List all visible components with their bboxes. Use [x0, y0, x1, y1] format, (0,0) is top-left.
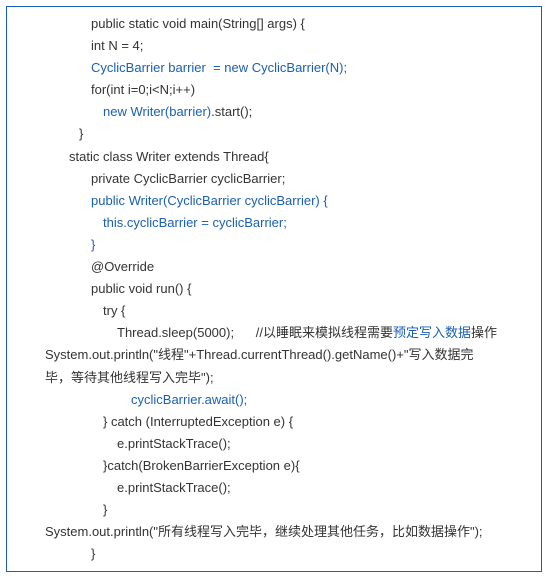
code-line: public static void main(String[] args) {	[13, 13, 535, 35]
code-line: e.printStackTrace();	[13, 433, 535, 455]
code-line: Thread.sleep(5000); //以睡眠来模拟线程需要预定写入数据操作	[13, 322, 535, 344]
code-line: private CyclicBarrier cyclicBarrier;	[13, 168, 535, 190]
code-token: .start();	[211, 104, 252, 119]
code-line: CyclicBarrier barrier = new CyclicBarrie…	[13, 57, 535, 79]
code-line: }	[13, 499, 535, 521]
code-token: 操作	[471, 325, 497, 340]
code-line: System.out.println("所有线程写入完毕，继续处理其他任务，比如…	[13, 521, 535, 543]
code-line: public Writer(CyclicBarrier cyclicBarrie…	[13, 190, 535, 212]
code-line: }	[13, 234, 535, 256]
code-line: static class Writer extends Thread{	[13, 146, 535, 168]
code-line: } catch (InterruptedException e) {	[13, 411, 535, 433]
code-line: @Override	[13, 256, 535, 278]
code-line: }	[13, 123, 535, 145]
code-line: for(int i=0;i<N;i++)	[13, 79, 535, 101]
code-token: 预定写入数据	[393, 325, 471, 340]
code-line: e.printStackTrace();	[13, 477, 535, 499]
code-line: public void run() {	[13, 278, 535, 300]
code-line: 毕，等待其他线程写入完毕");	[13, 367, 535, 389]
code-line: }	[13, 543, 535, 565]
code-token: Thread.sleep(5000); //以睡眠来模拟线程需要	[117, 325, 393, 340]
code-block: public static void main(String[] args) {…	[6, 6, 542, 572]
code-line: try {	[13, 300, 535, 322]
code-line: this.cyclicBarrier = cyclicBarrier;	[13, 212, 535, 234]
code-line: new Writer(barrier).start();	[13, 101, 535, 123]
code-line: System.out.println("线程"+Thread.currentTh…	[13, 344, 535, 366]
code-line: }catch(BrokenBarrierException e){	[13, 455, 535, 477]
code-line: cyclicBarrier.await();	[13, 389, 535, 411]
code-token: new Writer(barrier)	[103, 104, 211, 119]
code-line: int N = 4;	[13, 35, 535, 57]
